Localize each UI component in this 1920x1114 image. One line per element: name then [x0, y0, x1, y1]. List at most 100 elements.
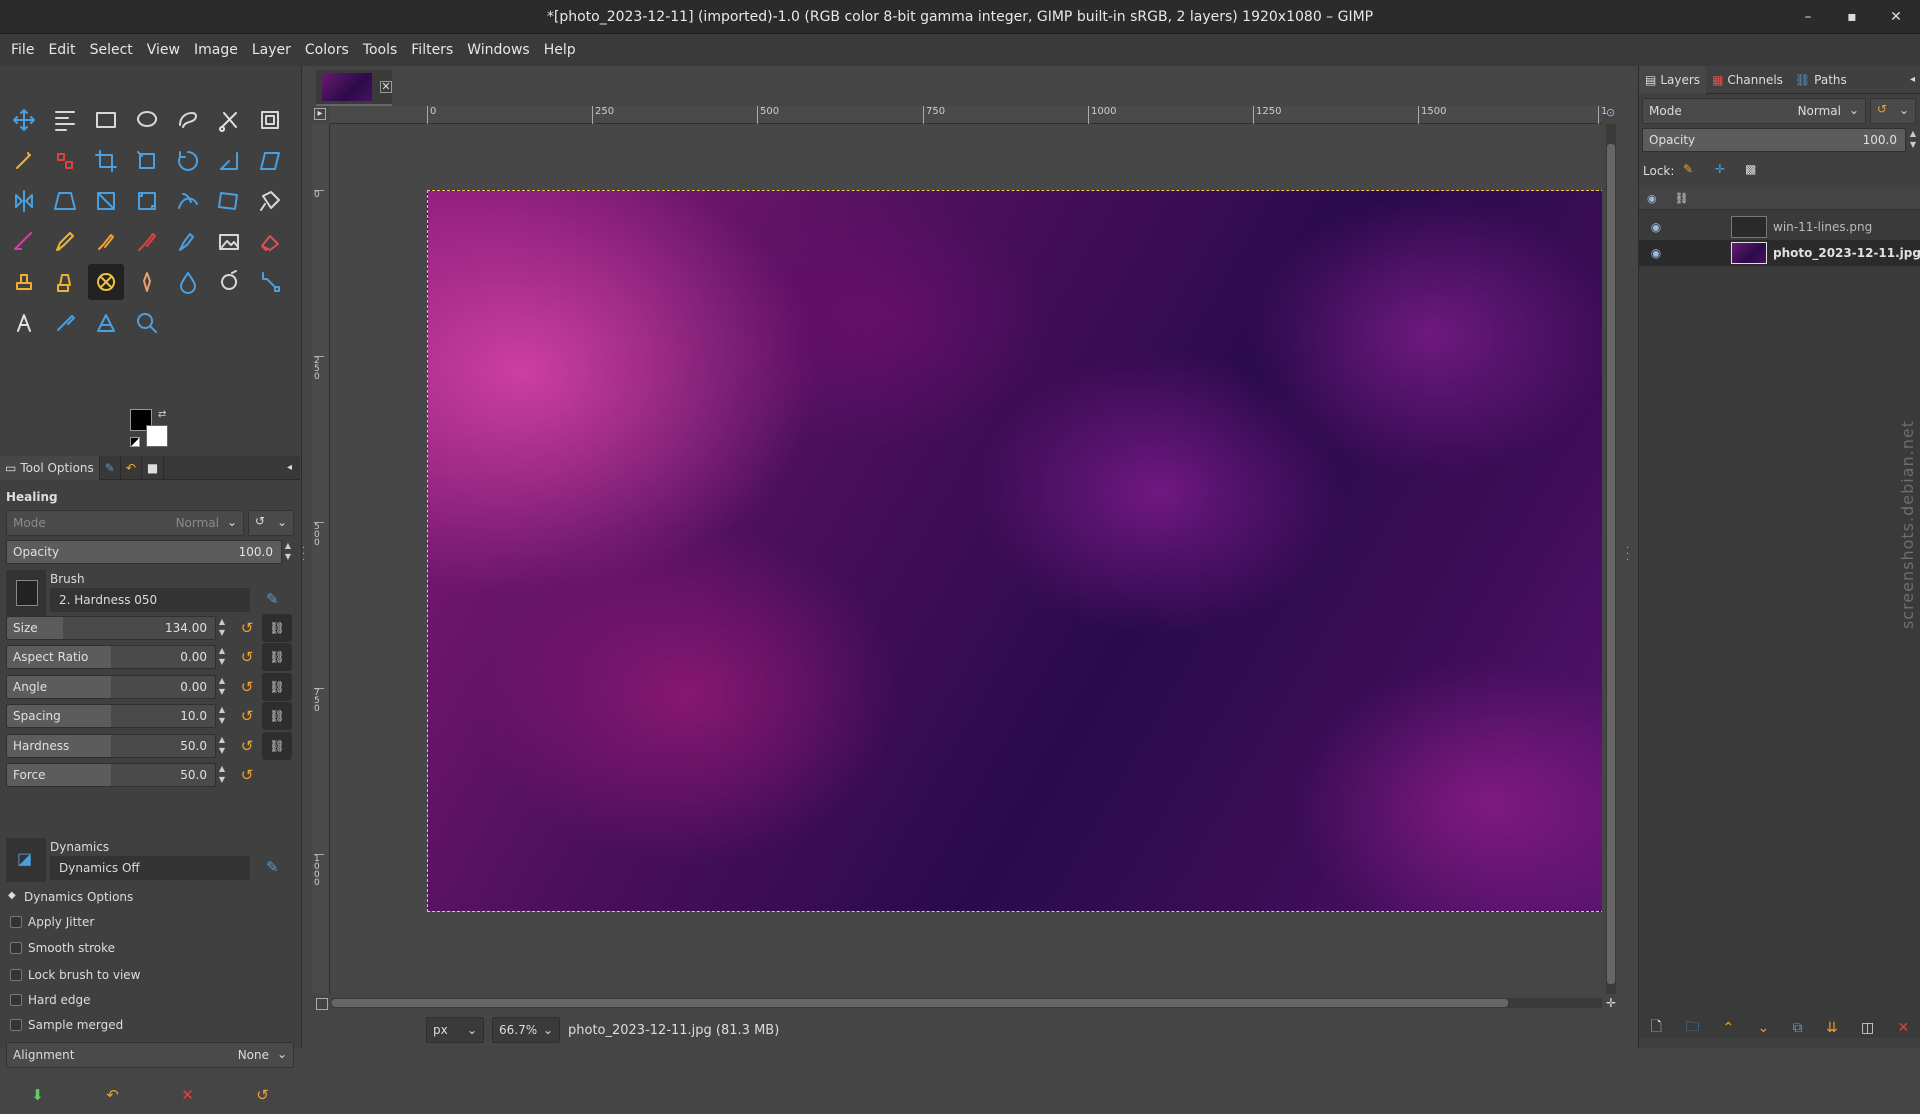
hardness-slider[interactable]: Hardness 50.0 — [6, 733, 216, 758]
horizontal-scroll-thumb[interactable] — [332, 999, 1508, 1007]
dodge-burn-button[interactable] — [211, 264, 247, 300]
dock-menu-icon[interactable]: ◂ — [1910, 74, 1915, 85]
lock-pixels-icon[interactable]: ✎ — [1683, 162, 1693, 176]
minimize-button[interactable]: – — [1798, 9, 1818, 25]
duplicate-layer-icon[interactable]: ⧉ — [1793, 1020, 1803, 1036]
new-group-icon[interactable]: 🗀 — [1685, 1016, 1699, 1040]
background-color[interactable] — [146, 425, 168, 447]
swap-colors-icon[interactable]: ⇄ — [158, 409, 166, 420]
vertical-scroll-thumb[interactable] — [1607, 144, 1615, 984]
hard-edge-checkbox[interactable] — [10, 994, 22, 1006]
blend-tool-button[interactable] — [6, 224, 42, 260]
tab-channels[interactable]: ▦ Channels — [1706, 66, 1789, 94]
perspective-tool-button[interactable] — [47, 183, 83, 219]
lower-layer-icon[interactable]: ⌄ — [1758, 1020, 1770, 1036]
link-size-icon[interactable]: ⛓ — [262, 614, 292, 642]
rotate-tool-button[interactable] — [170, 143, 206, 179]
perspective-clone-button[interactable] — [47, 264, 83, 300]
force-spinner[interactable]: ▲ ▼ — [216, 763, 228, 787]
tab-undo-history[interactable]: ↶ — [121, 455, 142, 480]
size-slider[interactable]: Size 134.00 — [6, 616, 216, 640]
tab-brushes[interactable]: ✎ — [100, 455, 121, 480]
vertical-ruler[interactable]: 0 250 500 750 1000 — [312, 124, 330, 994]
reset-angle-icon[interactable]: ↺ — [236, 675, 258, 699]
menu-help[interactable]: Help — [537, 42, 583, 58]
layer-mode-reset-button[interactable]: ↺ ⌄ — [1870, 98, 1916, 124]
size-spinner[interactable]: ▲ ▼ — [216, 616, 228, 640]
mask-layer-icon[interactable]: ◫ — [1861, 1020, 1874, 1036]
healing-tool-button[interactable] — [88, 264, 124, 300]
layer-row[interactable]: ◉ win-11-lines.png — [1639, 214, 1920, 240]
reset-aspect-ratio-icon[interactable]: ↺ — [236, 645, 258, 669]
dock-resize-grip[interactable]: · · · — [302, 544, 306, 566]
brush-preview[interactable] — [6, 570, 46, 616]
save-options-icon[interactable]: ⬇ — [31, 1086, 44, 1104]
apply-jitter-checkbox[interactable] — [10, 916, 22, 928]
pencil-button[interactable] — [88, 224, 124, 260]
opacity-spinner[interactable]: ▲ ▼ — [282, 540, 294, 564]
raise-layer-icon[interactable]: ⌃ — [1723, 1020, 1735, 1036]
delete-options-icon[interactable]: ✕ — [181, 1086, 194, 1104]
mode-reset-button[interactable]: ↺ ⌄ — [248, 510, 294, 536]
aspect-ratio-spinner[interactable]: ▲ ▼ — [216, 645, 228, 669]
measure-tool-button[interactable] — [88, 305, 124, 341]
edit-dynamics-icon[interactable]: ✎ — [266, 858, 279, 876]
mode-select[interactable]: Mode Normal ⌄ — [6, 510, 244, 536]
reset-spacing-icon[interactable]: ↺ — [236, 704, 258, 728]
opacity-slider[interactable]: Opacity 100.0 — [6, 540, 282, 564]
tab-images[interactable]: ■ — [142, 455, 165, 480]
new-layer-icon[interactable]: 🗋 — [1651, 1016, 1662, 1040]
aspect-ratio-slider[interactable]: Aspect Ratio 0.00 — [6, 645, 216, 670]
horizontal-ruler[interactable]: 0 250 500 750 1000 1250 1500 1 — [330, 106, 1607, 124]
menu-edit[interactable]: Edit — [41, 42, 82, 58]
move-tool-button[interactable] — [6, 102, 42, 138]
align-tool-button[interactable] — [47, 102, 83, 138]
menu-filters[interactable]: Filters — [404, 42, 460, 58]
quick-mask-menu-icon[interactable]: ▸ — [314, 108, 326, 120]
mypaint-brush-button[interactable] — [211, 224, 247, 260]
lock-alpha-icon[interactable]: ▩ — [1745, 162, 1756, 176]
sample-merged-checkbox[interactable] — [10, 1019, 22, 1031]
dock-menu-icon[interactable]: ◂ — [287, 462, 292, 473]
menu-layer[interactable]: Layer — [245, 42, 298, 58]
canvas-viewport[interactable] — [330, 124, 1602, 994]
clone-tool-button[interactable] — [6, 264, 42, 300]
flip-tool-button[interactable] — [6, 183, 42, 219]
tab-tool-options[interactable]: ▭ Tool Options — [0, 455, 100, 480]
paths-tool-button[interactable] — [252, 264, 288, 300]
warp-transform-button[interactable] — [170, 183, 206, 219]
quick-mask-toggle-icon[interactable] — [316, 998, 328, 1010]
reset-options-icon[interactable]: ↺ — [256, 1086, 269, 1104]
brush-name-field[interactable]: 2. Hardness 050 — [50, 588, 250, 612]
link-hardness-icon[interactable]: ⛓ — [262, 731, 292, 760]
rect-select-button[interactable] — [88, 102, 124, 138]
ink-tool-button[interactable] — [170, 224, 206, 260]
eraser-button[interactable] — [252, 224, 288, 260]
menu-windows[interactable]: Windows — [460, 42, 537, 58]
image-canvas[interactable] — [427, 190, 1602, 912]
zoom-tool-button[interactable] — [129, 305, 165, 341]
tab-layers[interactable]: ▤ Layers — [1639, 65, 1707, 94]
horizontal-scrollbar[interactable] — [332, 998, 1602, 1008]
shear-tool-button[interactable] — [252, 143, 288, 179]
paintbrush-button[interactable] — [47, 224, 83, 260]
restore-options-icon[interactable]: ↶ — [106, 1086, 119, 1104]
smudge-tool-button[interactable] — [129, 264, 165, 300]
force-slider[interactable]: Force 50.0 — [6, 763, 216, 787]
dynamics-options-expander[interactable]: Dynamics Options — [24, 890, 133, 904]
reset-hardness-icon[interactable]: ↺ — [236, 734, 258, 758]
close-button[interactable]: ✕ — [1886, 9, 1906, 25]
layer-row[interactable]: ◉ photo_2023-12-11.jpg — [1639, 240, 1920, 266]
navigate-icon[interactable]: ✛ — [1606, 996, 1616, 1010]
free-select-button[interactable] — [170, 102, 206, 138]
color-picker-button[interactable] — [47, 305, 83, 341]
unified-transform-button[interactable] — [129, 143, 165, 179]
menu-file[interactable]: File — [4, 42, 41, 58]
cage-transform-button[interactable] — [211, 183, 247, 219]
fuzzy-select-button[interactable] — [6, 143, 42, 179]
ellipse-select-button[interactable] — [129, 102, 165, 138]
bucket-fill-button[interactable] — [252, 183, 288, 219]
menu-view[interactable]: View — [140, 42, 187, 58]
dynamics-name-field[interactable]: Dynamics Off — [50, 856, 250, 880]
image-tab[interactable]: ✕ — [316, 70, 392, 106]
